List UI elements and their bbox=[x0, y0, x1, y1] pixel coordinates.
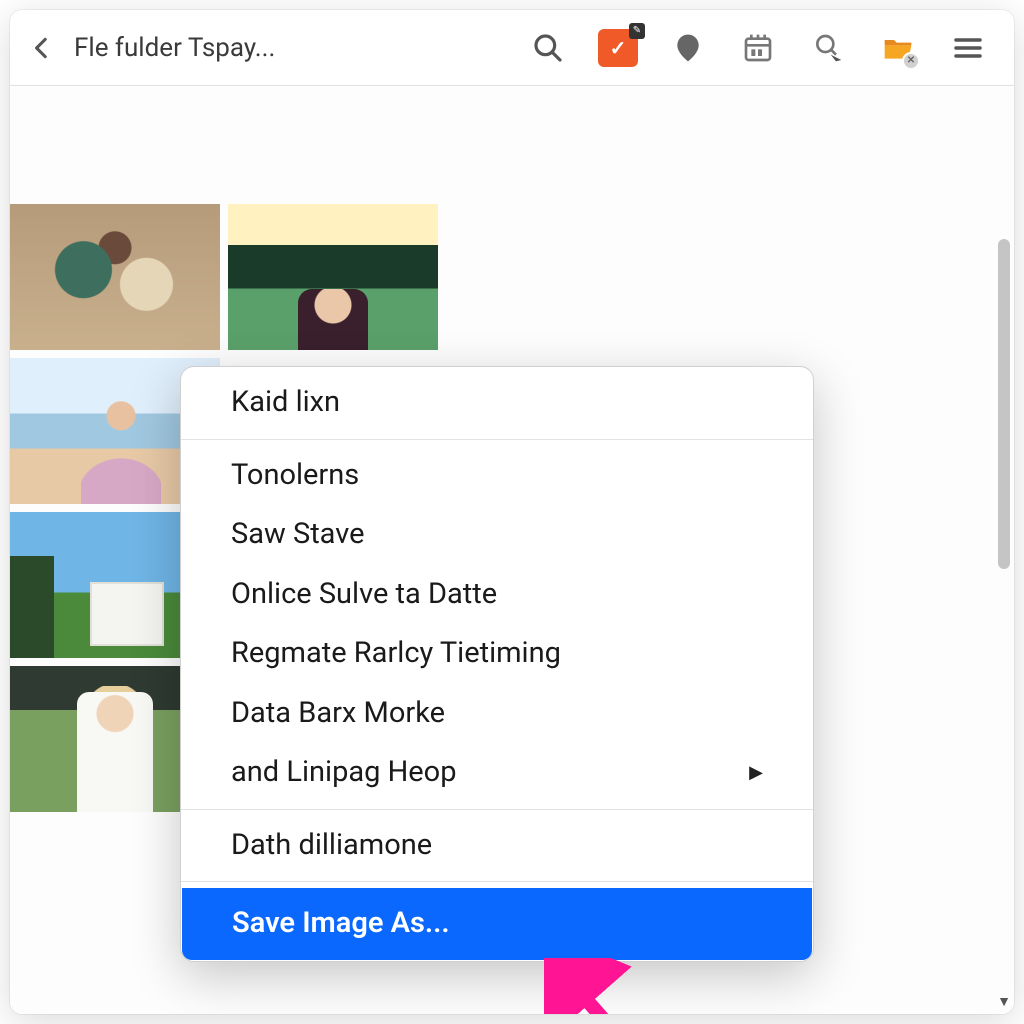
tasks-button[interactable]: ✓ ✎ bbox=[596, 26, 640, 70]
scrollbar-thumb[interactable] bbox=[998, 239, 1010, 569]
menu-separator bbox=[181, 881, 813, 882]
search-button[interactable] bbox=[526, 26, 570, 70]
header-bar: Fle fulder Tspay... ✓ ✎ bbox=[10, 10, 1014, 86]
calendar-button[interactable] bbox=[736, 26, 780, 70]
zoom-cursor-icon bbox=[812, 32, 844, 64]
menu-item[interactable]: Regmate Rarlcy Tietiming bbox=[181, 624, 813, 684]
menu-item-submenu[interactable]: and Linipag Heop bbox=[181, 743, 813, 803]
zoom-button[interactable] bbox=[806, 26, 850, 70]
menu-button[interactable] bbox=[946, 26, 990, 70]
calendar-icon bbox=[742, 32, 774, 64]
menu-item-save-image-as[interactable]: Save Image As... bbox=[182, 888, 812, 960]
scroll-down-icon[interactable]: ▼ bbox=[997, 993, 1011, 1010]
menu-item[interactable]: Data Barx Morke bbox=[181, 684, 813, 744]
edit-badge-icon: ✎ bbox=[629, 23, 645, 39]
thumbnail[interactable] bbox=[228, 204, 438, 350]
menu-item[interactable]: Dath dilliamone bbox=[181, 816, 813, 876]
back-button[interactable] bbox=[28, 34, 56, 62]
location-button[interactable] bbox=[666, 26, 710, 70]
folder-badge-icon: ✕ bbox=[902, 52, 920, 70]
menu-item[interactable]: Tonolerns bbox=[181, 446, 813, 506]
menu-separator bbox=[181, 439, 813, 440]
app-window: Fle fulder Tspay... ✓ ✎ bbox=[10, 10, 1014, 1014]
folder-button[interactable]: ✕ bbox=[876, 26, 920, 70]
scrollbar[interactable]: ▼ bbox=[996, 86, 1012, 1014]
content-area: Kaid lixn Tonolerns Saw Stave Onlice Sul… bbox=[10, 86, 1014, 1014]
orange-check-icon: ✓ ✎ bbox=[598, 29, 638, 67]
menu-item[interactable]: Onlice Sulve ta Datte bbox=[181, 565, 813, 625]
thumbnail[interactable] bbox=[10, 204, 220, 350]
menu-item[interactable]: Saw Stave bbox=[181, 505, 813, 565]
search-icon bbox=[532, 32, 564, 64]
annotation-arrow-icon bbox=[544, 958, 684, 1014]
menu-separator bbox=[181, 809, 813, 810]
page-title: Fle fulder Tspay... bbox=[74, 33, 275, 63]
menu-item[interactable]: Kaid lixn bbox=[181, 373, 813, 433]
chevron-left-icon bbox=[29, 35, 55, 61]
location-pin-icon bbox=[672, 32, 704, 64]
context-menu: Kaid lixn Tonolerns Saw Stave Onlice Sul… bbox=[180, 366, 814, 962]
hamburger-menu-icon bbox=[952, 32, 984, 64]
